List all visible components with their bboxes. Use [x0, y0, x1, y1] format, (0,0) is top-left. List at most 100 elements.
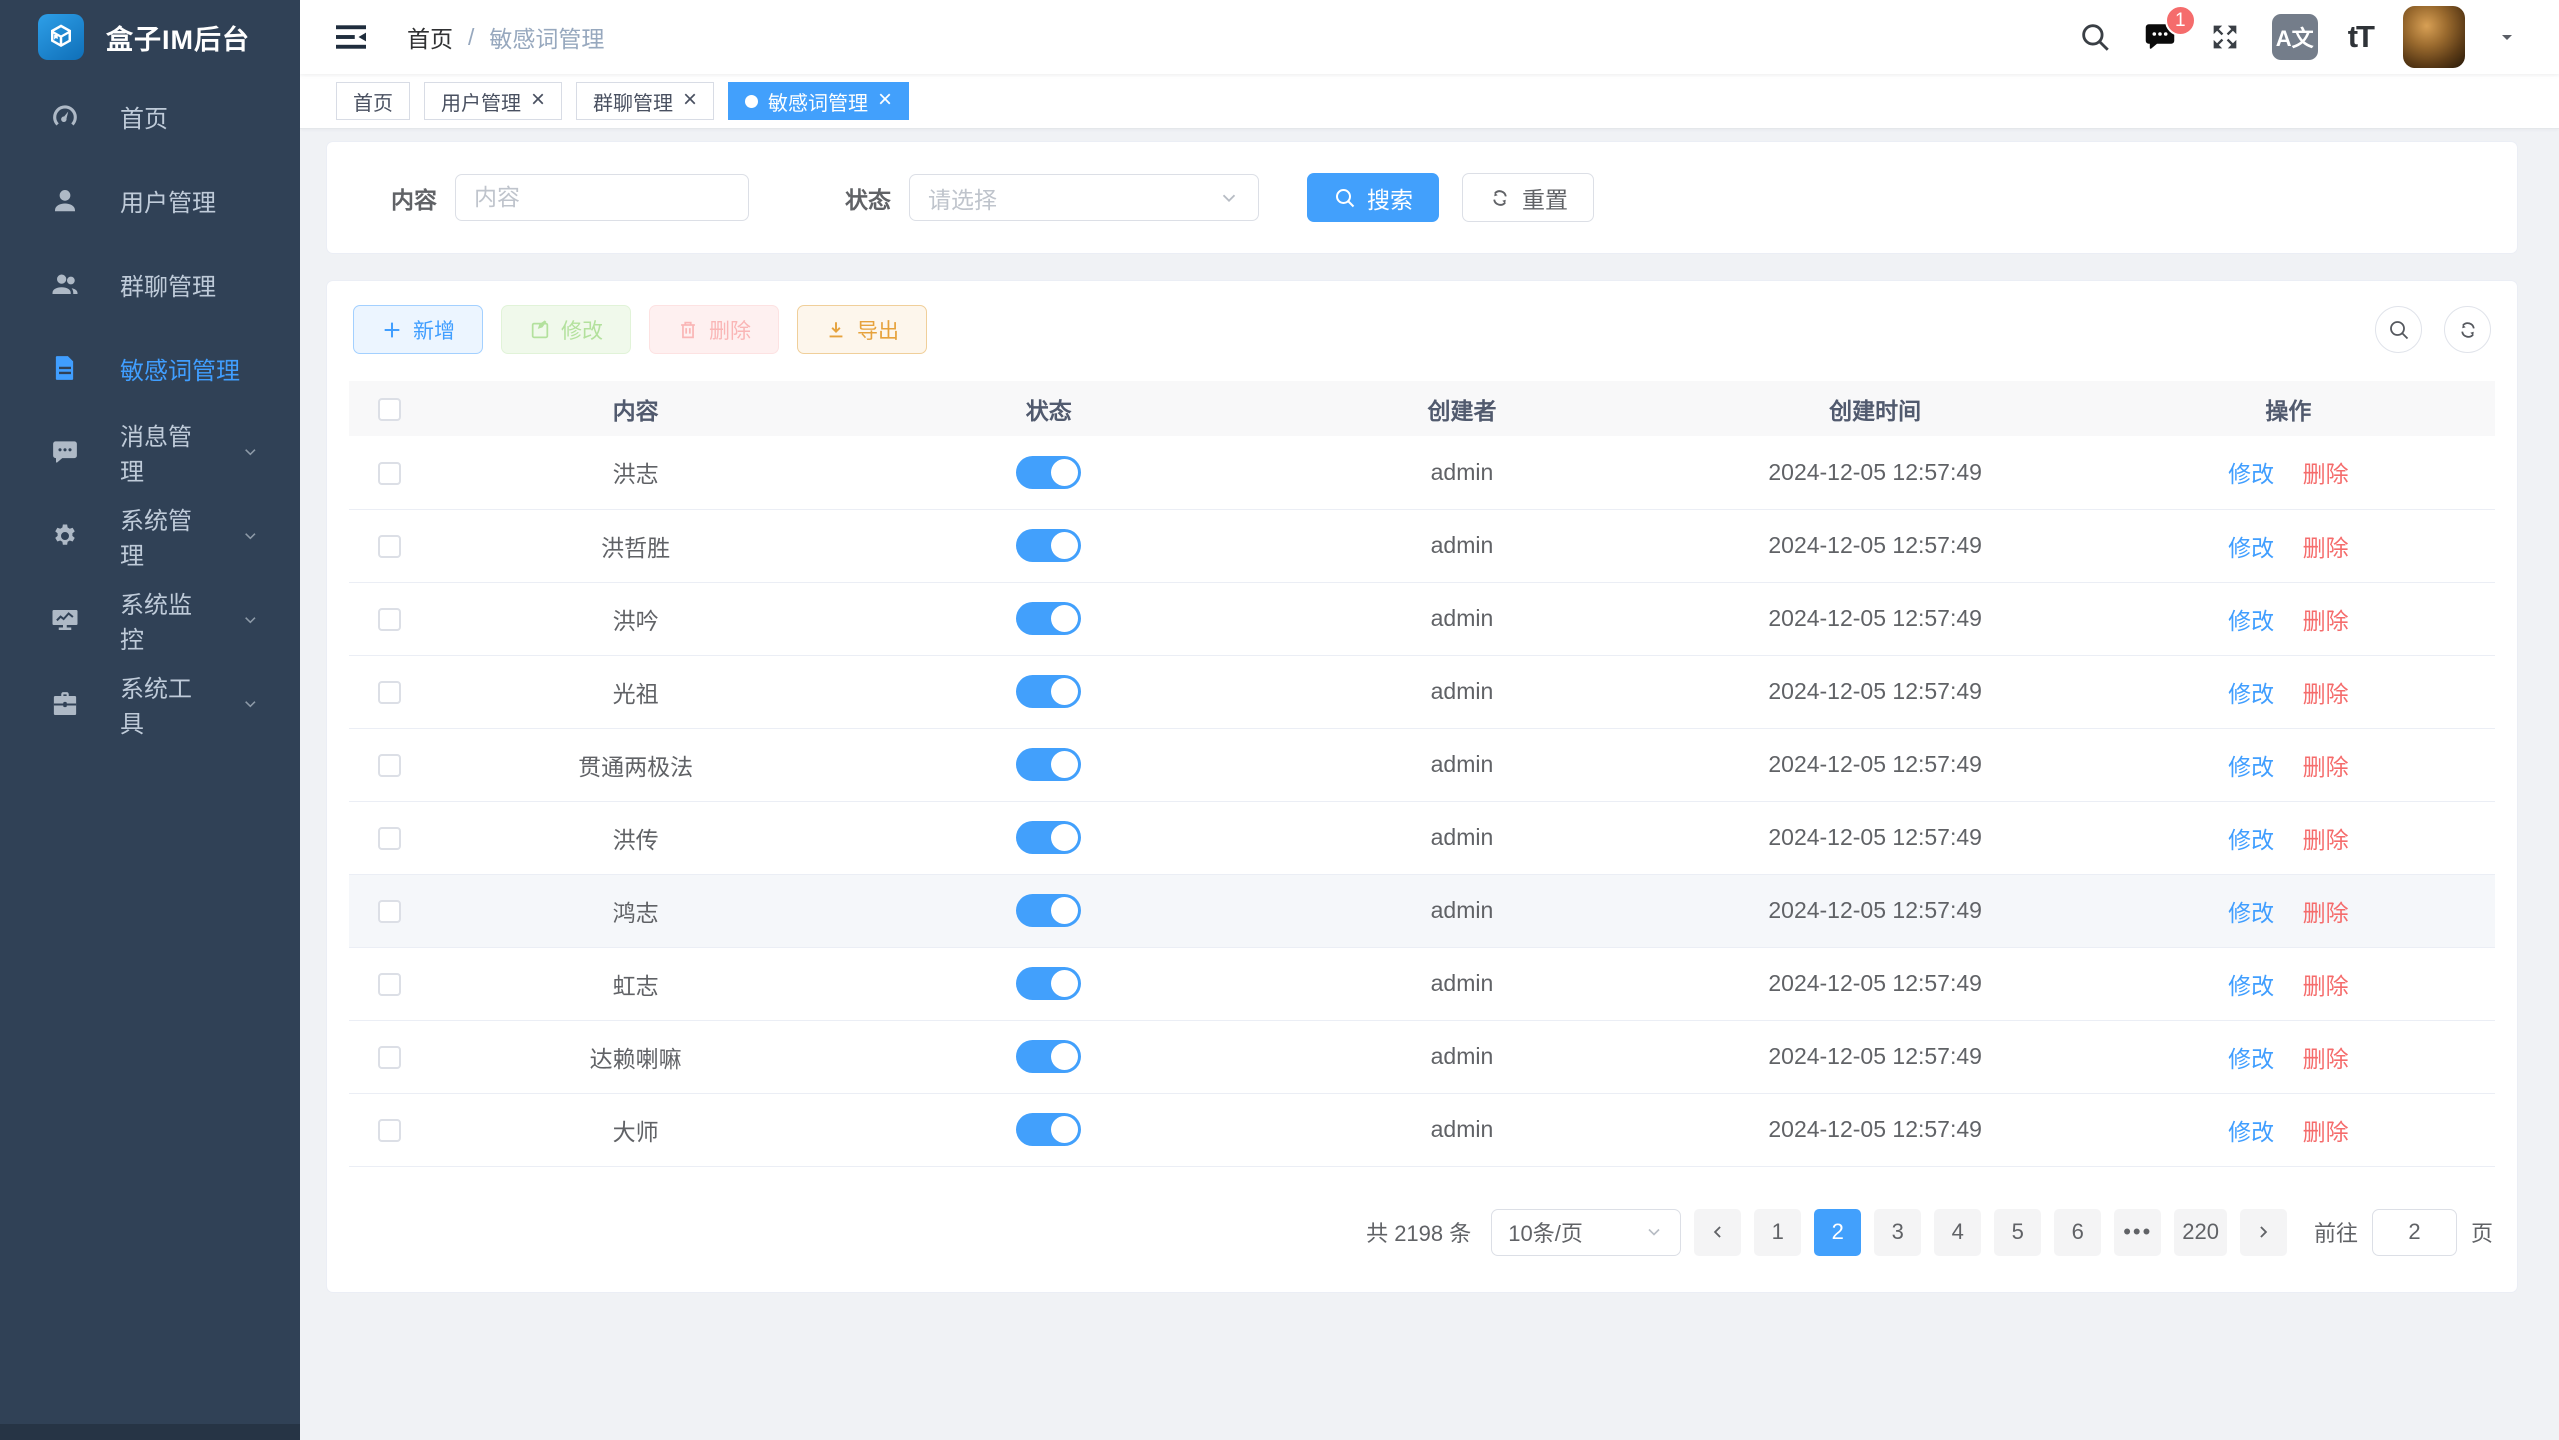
sidebar-item-home[interactable]: 首页 [0, 74, 300, 158]
page-button-6[interactable]: 6 [2054, 1209, 2101, 1256]
row-delete-link[interactable]: 删除 [2303, 1046, 2349, 1072]
header-search-icon[interactable] [2078, 20, 2112, 54]
status-toggle[interactable] [1016, 602, 1081, 635]
status-toggle[interactable] [1016, 1040, 1081, 1073]
row-content: 光祖 [613, 681, 659, 707]
refresh-icon [2456, 318, 2480, 342]
row-delete-link[interactable]: 删除 [2303, 754, 2349, 780]
status-toggle[interactable] [1016, 748, 1081, 781]
status-filter-select[interactable]: 请选择 [909, 174, 1259, 221]
row-edit-link[interactable]: 修改 [2228, 1119, 2274, 1145]
row-created-time: 2024-12-05 12:57:49 [1768, 605, 1982, 631]
row-edit-link[interactable]: 修改 [2228, 754, 2274, 780]
breadcrumb-home[interactable]: 首页 [407, 20, 453, 54]
edit-icon [529, 319, 551, 341]
select-all-checkbox[interactable] [378, 398, 401, 421]
row-delete-link[interactable]: 删除 [2303, 827, 2349, 853]
close-icon[interactable]: × [531, 88, 545, 112]
row-delete-link[interactable]: 删除 [2303, 973, 2349, 999]
total-count: 共 2198 条 [1366, 1216, 1471, 1248]
tag-sensitive-words[interactable]: 敏感词管理 × [728, 82, 909, 120]
row-edit-link[interactable]: 修改 [2228, 535, 2274, 561]
status-toggle[interactable] [1016, 821, 1081, 854]
row-checkbox[interactable] [378, 1119, 401, 1142]
row-checkbox[interactable] [378, 973, 401, 996]
sidebar-item-groups[interactable]: 群聊管理 [0, 242, 300, 326]
close-icon[interactable]: × [878, 88, 892, 112]
row-checkbox[interactable] [378, 462, 401, 485]
row-edit-link[interactable]: 修改 [2228, 681, 2274, 707]
status-toggle[interactable] [1016, 967, 1081, 1000]
delete-button[interactable]: 删除 [649, 305, 779, 354]
next-page-button[interactable] [2240, 1209, 2287, 1256]
row-checkbox[interactable] [378, 681, 401, 704]
sidebar-item-system-management[interactable]: 系统管理 [0, 494, 300, 578]
prev-page-button[interactable] [1694, 1209, 1741, 1256]
row-edit-link[interactable]: 修改 [2228, 827, 2274, 853]
column-header-created-at: 创建时间 [1669, 381, 2082, 436]
status-toggle[interactable] [1016, 894, 1081, 927]
fullscreen-icon[interactable] [2208, 20, 2242, 54]
reset-button[interactable]: 重置 [1462, 173, 1594, 222]
status-toggle[interactable] [1016, 456, 1081, 489]
font-size-icon[interactable]: tT [2348, 19, 2373, 55]
user-avatar[interactable] [2403, 6, 2465, 68]
collapse-sidebar-icon[interactable] [333, 19, 369, 55]
row-content: 虹志 [613, 973, 659, 999]
row-edit-link[interactable]: 修改 [2228, 461, 2274, 487]
add-button[interactable]: 新增 [353, 305, 483, 354]
row-edit-link[interactable]: 修改 [2228, 1046, 2274, 1072]
row-checkbox[interactable] [378, 827, 401, 850]
export-button[interactable]: 导出 [797, 305, 927, 354]
avatar-caret-down-icon[interactable] [2495, 25, 2519, 49]
edit-button[interactable]: 修改 [501, 305, 631, 354]
page-button-2-active[interactable]: 2 [1814, 1209, 1861, 1256]
page-size-select[interactable]: 10条/页 [1491, 1209, 1681, 1256]
refresh-table-button[interactable] [2444, 306, 2491, 353]
goto-page-input[interactable] [2372, 1209, 2457, 1256]
row-checkbox[interactable] [378, 754, 401, 777]
tag-label: 群聊管理 [593, 87, 673, 116]
page-button-last[interactable]: 220 [2174, 1209, 2227, 1256]
content-filter-input[interactable] [455, 174, 749, 221]
search-icon [2387, 318, 2411, 342]
row-checkbox[interactable] [378, 900, 401, 923]
row-delete-link[interactable]: 删除 [2303, 681, 2349, 707]
status-toggle[interactable] [1016, 529, 1081, 562]
row-content: 大师 [613, 1119, 659, 1145]
row-checkbox[interactable] [378, 1046, 401, 1069]
row-delete-link[interactable]: 删除 [2303, 608, 2349, 634]
row-edit-link[interactable]: 修改 [2228, 973, 2274, 999]
sidebar-item-users[interactable]: 用户管理 [0, 158, 300, 242]
row-delete-link[interactable]: 删除 [2303, 535, 2349, 561]
search-button[interactable]: 搜索 [1307, 173, 1439, 222]
tag-user-management[interactable]: 用户管理 × [424, 82, 562, 120]
sidebar-item-sensitive-words[interactable]: 敏感词管理 [0, 326, 300, 410]
language-switch-icon[interactable]: A文 [2272, 14, 2318, 60]
page-button-1[interactable]: 1 [1754, 1209, 1801, 1256]
sidebar-item-system-tools[interactable]: 系统工具 [0, 662, 300, 746]
sidebar-item-label: 群聊管理 [120, 267, 216, 302]
chevron-down-icon [241, 693, 260, 715]
header-message-icon[interactable]: 1 [2142, 19, 2178, 55]
more-pages-button[interactable]: ••• [2114, 1209, 2161, 1256]
page-button-5[interactable]: 5 [1994, 1209, 2041, 1256]
row-edit-link[interactable]: 修改 [2228, 608, 2274, 634]
row-delete-link[interactable]: 删除 [2303, 900, 2349, 926]
page-button-3[interactable]: 3 [1874, 1209, 1921, 1256]
tag-home[interactable]: 首页 [336, 82, 410, 120]
tag-group-management[interactable]: 群聊管理 × [576, 82, 714, 120]
row-checkbox[interactable] [378, 608, 401, 631]
row-edit-link[interactable]: 修改 [2228, 900, 2274, 926]
toggle-search-button[interactable] [2375, 306, 2422, 353]
page-button-4[interactable]: 4 [1934, 1209, 1981, 1256]
row-delete-link[interactable]: 删除 [2303, 1119, 2349, 1145]
row-delete-link[interactable]: 删除 [2303, 461, 2349, 487]
status-toggle[interactable] [1016, 675, 1081, 708]
status-toggle[interactable] [1016, 1113, 1081, 1146]
sidebar-item-system-monitor[interactable]: 系统监控 [0, 578, 300, 662]
row-checkbox[interactable] [378, 535, 401, 558]
close-icon[interactable]: × [683, 88, 697, 112]
sidebar-item-messages[interactable]: 消息管理 [0, 410, 300, 494]
tag-label: 用户管理 [441, 87, 521, 116]
